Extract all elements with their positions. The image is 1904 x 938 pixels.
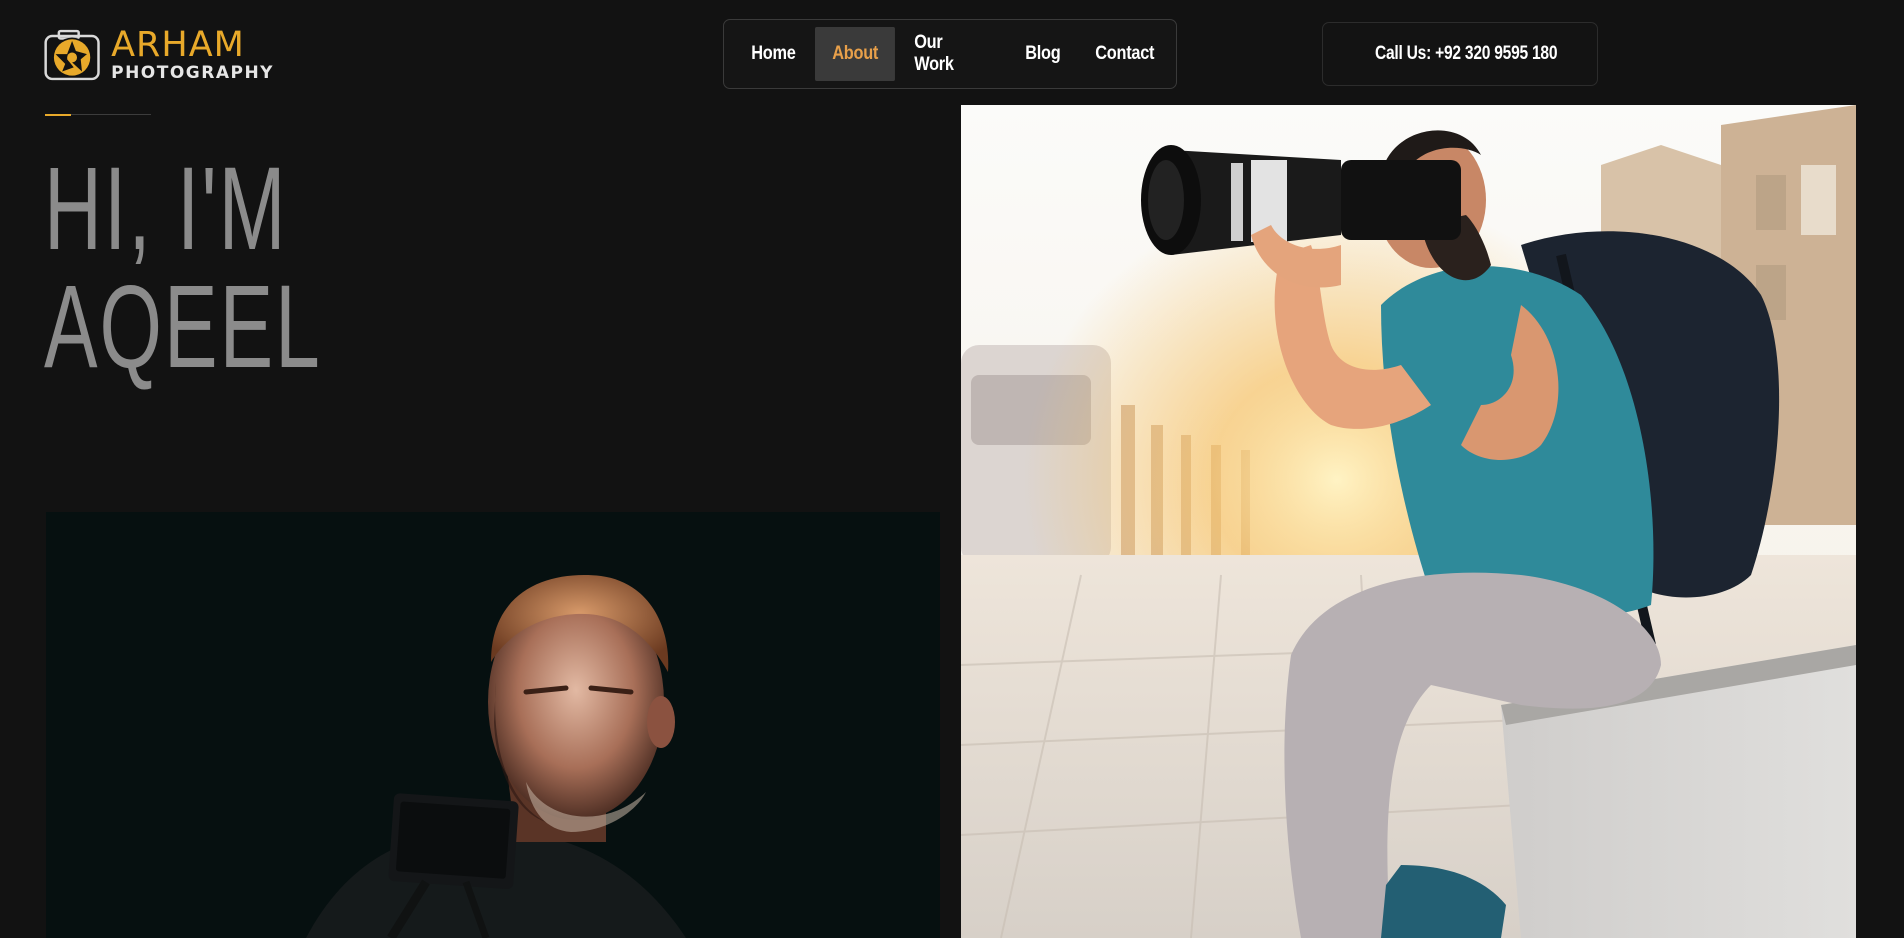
photographer-street-image — [961, 105, 1856, 938]
brand-name: ARHAM — [111, 25, 245, 65]
camera-aperture-icon — [44, 29, 100, 81]
main-nav: Home About Our Work Blog Contact — [723, 19, 1177, 89]
nav-about-link[interactable]: About — [814, 27, 895, 81]
photographer-portrait-image — [46, 512, 940, 938]
divider-accent — [45, 114, 71, 116]
hero-line-1: HI, I'M — [44, 143, 288, 275]
nav-home-link[interactable]: Home — [734, 27, 813, 81]
hero-line-2: AQEEL — [44, 261, 322, 393]
call-button[interactable]: Call Us: +92 320 9595 180 — [1322, 22, 1598, 86]
brand-tagline: PHOTOGRAPHY — [111, 63, 274, 83]
nav-blog-link[interactable]: Blog — [1008, 27, 1078, 81]
street-illustration — [961, 105, 1856, 938]
call-label: Call Us: +92 320 9595 180 — [1375, 43, 1558, 64]
nav-contact-link[interactable]: Contact — [1078, 27, 1171, 81]
portrait-illustration — [46, 512, 940, 938]
hero-heading: HI, I'M AQEEL — [44, 150, 322, 386]
nav-our-work-link[interactable]: Our Work — [897, 27, 1002, 81]
brand-logo[interactable]: ARHAM PHOTOGRAPHY — [44, 24, 274, 86]
